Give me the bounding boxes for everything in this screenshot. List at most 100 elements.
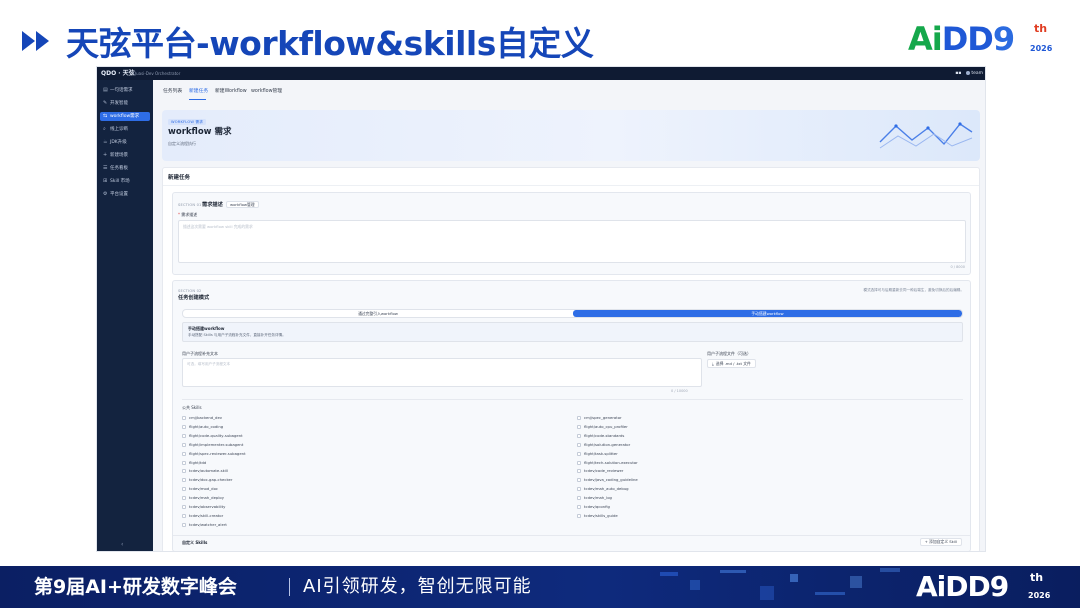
skill-checkbox-item[interactable]: tcdev/mah_log (577, 494, 612, 502)
user-menu[interactable]: ▪▪ team (955, 69, 983, 78)
hero-title: workflow 需求 (168, 127, 232, 137)
checkbox[interactable] (182, 451, 186, 456)
skill-name: flight/spec-reviewer-subagent (189, 450, 246, 456)
sidebar-item[interactable]: ⚙ 平台设置 (100, 190, 150, 199)
sidebar-item[interactable]: ☰ 任务看板 (100, 164, 150, 173)
checkbox[interactable] (182, 505, 186, 509)
skill-checkbox-item[interactable]: flight/spec-reviewer-subagent (182, 450, 246, 458)
tab-new-workflow[interactable]: 新建Workflow (215, 87, 247, 96)
checkbox[interactable] (182, 496, 186, 501)
skill-checkbox-item[interactable]: tcdev/doc-gap-checker (182, 476, 232, 484)
checkbox[interactable] (577, 416, 581, 420)
mode-import-workflow[interactable]: 通过完整引入workflow (183, 310, 573, 317)
tools-icon: ✎ (103, 100, 108, 106)
tab-new-task[interactable]: 新建任务 (189, 87, 208, 96)
skill-name: flight/tdd (189, 459, 207, 465)
logo-nine-text: 9 (992, 20, 1015, 58)
checkbox[interactable] (182, 487, 186, 492)
aidd-logo-bottom: AiDD9 th 2026 (916, 571, 1066, 603)
checkbox[interactable] (577, 451, 581, 456)
checkbox[interactable] (182, 469, 186, 474)
skill-name: flight/solution-generator (584, 441, 631, 447)
subflow-text-input[interactable]: 可选，填写用户子流程文本 (182, 358, 702, 387)
skill-name: tcdev/automate-skill (189, 468, 228, 474)
checkbox[interactable] (182, 424, 186, 429)
skill-name: flight/task-splitter (584, 450, 618, 456)
checkbox[interactable] (182, 416, 186, 420)
skill-name: tcdev/skills_guide (584, 512, 618, 518)
skill-checkbox-item[interactable]: flight/implementer-subagent (182, 441, 243, 449)
checkbox[interactable] (182, 442, 186, 447)
skill-name: tcdev/doc-gap-checker (189, 477, 233, 483)
tab-task-list[interactable]: 任务列表 (163, 87, 182, 96)
sidebar-item[interactable]: ⊞ Skill 市场 (100, 177, 150, 186)
skill-name: flight/implementer-subagent (189, 441, 244, 447)
tab-workflow-manage[interactable]: workflow管理 (251, 87, 282, 96)
skill-checkbox-item[interactable]: tcdev/qconfig (577, 503, 610, 511)
skill-name: cmj/spec_generator (584, 415, 622, 420)
checkbox[interactable] (577, 469, 581, 474)
skill-checkbox-item[interactable]: flight/auto_coding (182, 423, 223, 431)
skill-checkbox-item[interactable]: flight/tdd (182, 459, 206, 467)
footer-separator (289, 578, 290, 596)
skill-checkbox-item[interactable]: tcdev/skills_guide (577, 512, 618, 520)
skill-checkbox-item[interactable]: tcdev/automate-skill (182, 467, 228, 475)
skill-checkbox-item[interactable]: tcdev/mah_deploy (182, 494, 224, 502)
notification-icon[interactable]: ▪▪ (955, 71, 961, 76)
skill-checkbox-item[interactable]: flight/tech-solution-executor (577, 459, 638, 467)
collapse-chevron-icon[interactable]: ‹ (121, 541, 123, 548)
skill-checkbox-item[interactable]: tcdev/mah_auto_debug (577, 485, 629, 493)
upload-icon: ⤓ (712, 361, 714, 366)
app-brand[interactable]: QDO · 天弦 (101, 69, 135, 78)
checkbox[interactable] (577, 513, 581, 518)
checkbox[interactable] (577, 424, 581, 429)
skill-checkbox-item[interactable]: tcdev/skill-creator (182, 512, 223, 520)
sidebar-item[interactable]: ✎ 开发智能 (100, 99, 150, 108)
checkbox[interactable] (577, 442, 581, 447)
skill-checkbox-item[interactable]: tcdev/mod_doc (182, 485, 218, 493)
skill-name: tcdev/watcher_alert (189, 521, 227, 527)
checkbox[interactable] (577, 433, 581, 438)
skill-name: flight/auto_cpu_profiler (584, 423, 628, 429)
skill-checkbox-item[interactable]: flight/solution-generator (577, 441, 630, 449)
sidebar-item[interactable]: ▤ 一句话需求 (100, 86, 150, 95)
skill-checkbox-item[interactable]: flight/auto_cpu_profiler (577, 423, 628, 431)
skill-checkbox-item[interactable]: cmj/spec_generator (577, 414, 622, 422)
checkbox[interactable] (577, 460, 581, 465)
skill-checkbox-item[interactable]: flight/code-quality-subagent (182, 432, 243, 440)
skill-checkbox-item[interactable]: flight/code-standards (577, 432, 624, 440)
user-name[interactable]: team (971, 71, 983, 76)
mode-info-box: 手动搭建workflow 手动搭配 Skills 与用户子流程补充文件，直接补开… (182, 322, 963, 342)
checkbox[interactable] (182, 522, 186, 527)
sidebar-item[interactable]: ⌕ 线上诊断 (100, 125, 150, 134)
checkbox[interactable] (182, 478, 186, 483)
logo-dd-text: DD (941, 20, 994, 58)
checkbox[interactable] (577, 487, 581, 492)
sidebar-item[interactable]: ⇆ workflow需求 (100, 112, 150, 121)
checkbox[interactable] (577, 505, 581, 509)
requirement-textarea[interactable]: 描述这次需要 workflow skill 完成的需求 (178, 220, 966, 263)
checkbox[interactable] (182, 433, 186, 438)
skill-checkbox-item[interactable]: cmj/backend_dev (182, 414, 222, 422)
requirement-field-label: * 需求描述 (178, 212, 197, 218)
skill-checkbox-item[interactable]: flight/task-splitter (577, 450, 618, 458)
footer-slogan: AI引领研发，智创无限可能 (303, 576, 532, 597)
checkbox[interactable] (182, 460, 186, 465)
mode-manual-workflow[interactable]: 手动搭建workflow (573, 310, 962, 317)
add-custom-skill-button[interactable]: + 添加自定义 Skill (919, 538, 962, 546)
sidebar-item[interactable]: + 新建场景 (100, 151, 150, 160)
skill-checkbox-item[interactable]: tcdev/watcher_alert (182, 521, 227, 529)
skill-checkbox-item[interactable]: tcdev/java_coding_guideline (577, 476, 638, 484)
checkbox[interactable] (577, 496, 581, 501)
avatar[interactable] (965, 70, 970, 75)
choose-file-button[interactable]: ⤓ 选择 .md / .txt 文件 (707, 359, 756, 368)
main-content: 任务列表 新建任务 新建Workflow workflow管理 WORKFLOW… (153, 80, 985, 551)
skill-checkbox-item[interactable]: tcdev/observability (182, 503, 225, 511)
checkbox[interactable] (577, 478, 581, 483)
workflow-manage-tag[interactable]: workflow管理 (226, 201, 259, 208)
checkbox[interactable] (182, 513, 186, 518)
skill-name: tcdev/mod_doc (189, 486, 218, 492)
skill-checkbox-item[interactable]: tcdev/code_reviewer (577, 467, 623, 475)
market-icon: ⊞ (103, 178, 108, 184)
sidebar-item[interactable]: ☕ JDK升级 (100, 138, 150, 147)
